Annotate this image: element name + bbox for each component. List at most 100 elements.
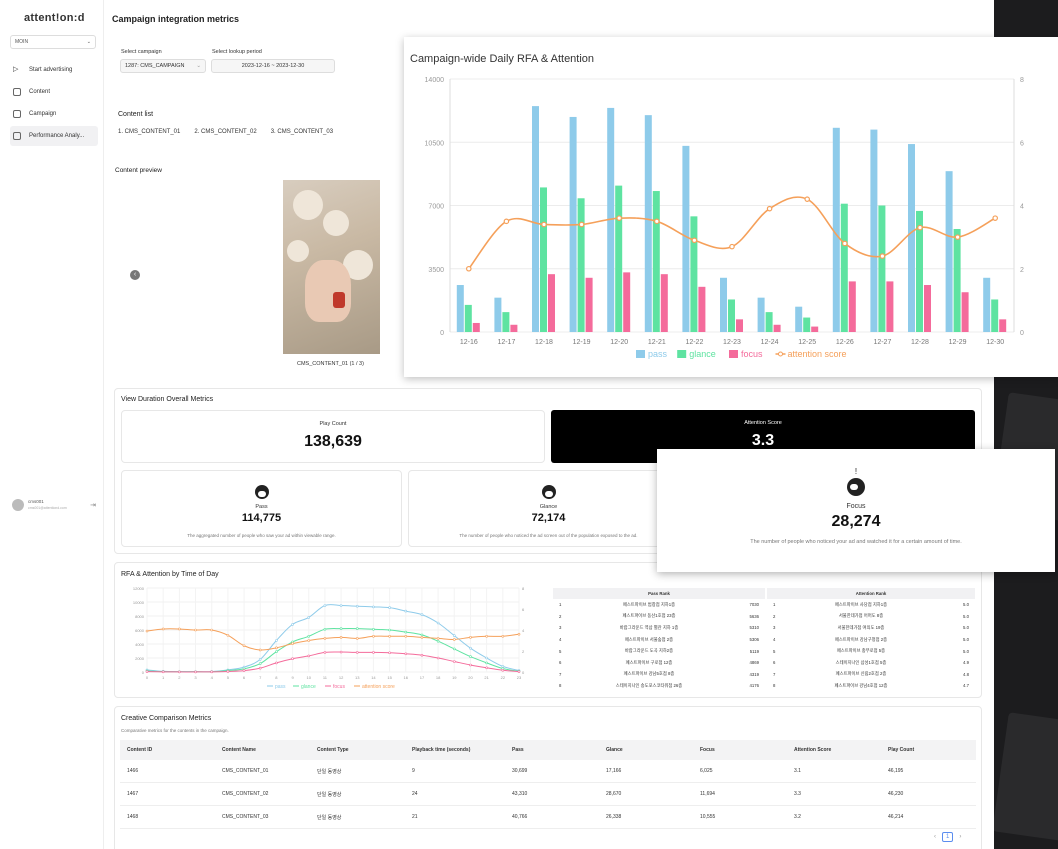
sidebar-item-start-advertising[interactable]: ▷ Start advertising [10, 60, 98, 80]
x-tick-label: 6 [243, 675, 246, 680]
rank-number: 6 [773, 660, 776, 666]
rank-location: 페스트파이브 서울숲점 2층 [624, 636, 674, 642]
point-attention-score [242, 644, 246, 648]
sidebar-item-content[interactable]: Content [10, 82, 98, 102]
table-row: 1468 CMS_CONTENT_03 단일 동영상 21 40,766 26,338 10… [120, 806, 976, 829]
table-cell: 1466 [127, 768, 139, 774]
x-tick-label: 21 [484, 675, 489, 680]
rank-number: 4 [559, 637, 562, 643]
daily-rfa-chart: 0 3500 7000 10500 14000 0 2 4 6 8 12-16 12-17 12-18 1… [425, 77, 1024, 359]
previous-arrow-icon[interactable]: ‹ [130, 270, 140, 280]
point-attention-score [339, 636, 343, 639]
y2-tick-label: 6 [522, 607, 525, 612]
y2-tick-label: 0 [1020, 330, 1024, 337]
focus-value: 28,274 [831, 513, 881, 530]
y2-tick-label: 2 [522, 649, 525, 654]
x-tick-label: 10 [307, 675, 312, 680]
point-attention-score [654, 218, 660, 225]
point-attention-score [879, 253, 886, 259]
next-page-icon[interactable]: › [959, 834, 961, 840]
organization-select[interactable]: MOIN ⌄ [10, 35, 96, 49]
campaign-select[interactable]: 1287: CMS_CAMPAIGN ⌄ [120, 59, 206, 73]
content-preview-title: Content preview [115, 167, 162, 174]
point-focus [275, 661, 278, 665]
point-focus [517, 670, 521, 673]
rank-row: 4 페스트파이브 강남구청점 2층 5.0 [767, 634, 975, 646]
table-cell: 단일 동영상 [317, 814, 342, 821]
bar-glance [840, 203, 848, 332]
focus-description: The number of people who noticed your ad… [750, 539, 962, 545]
current-page-button[interactable]: 1 [942, 832, 954, 842]
rank-number: 4 [773, 637, 776, 643]
play-count-value: 138,639 [304, 433, 362, 450]
point-pass [388, 606, 391, 609]
rank-number: 5 [773, 648, 776, 654]
focus-label: Focus [846, 503, 866, 510]
rank-number: 2 [773, 613, 776, 619]
content-list-item[interactable]: 2. CMS_CONTENT_02 [194, 129, 256, 135]
point-focus [355, 651, 359, 654]
logout-icon[interactable]: ⇥ [90, 501, 96, 509]
point-glance [258, 662, 262, 665]
bar-focus [773, 324, 781, 332]
point-attention-score [517, 632, 521, 636]
point-attention-score [541, 221, 547, 228]
bar-focus [623, 272, 631, 332]
point-attention-score [917, 224, 923, 231]
user-profile: cms001 cms001@attentiond.com ⇥ [12, 499, 96, 511]
rank-row: 5 바랍그라운드 도곡 지하2층 5119 [553, 645, 765, 657]
table-cell: 40,766 [512, 814, 528, 820]
legend-swatch [729, 350, 738, 358]
x-tick-label: 12 [339, 675, 344, 680]
monitor-icon [13, 132, 21, 140]
column-header: Content Type [317, 747, 349, 753]
x-tick-label: 2 [178, 675, 181, 680]
period-select-label: Select lookup period [212, 49, 262, 55]
sidebar-item-performance-analysis[interactable]: Performance Analy... [10, 126, 98, 146]
bar-pass [908, 144, 915, 332]
content-list-item[interactable]: 1. CMS_CONTENT_01 [118, 129, 180, 135]
time-of-day-chart: 020004000600080001000012000024680 1 2 3 4 5 6 7… [133, 586, 525, 690]
bar-glance [690, 216, 698, 332]
sidebar: attent!on:d MOIN ⌄ ▷ Start advertising C… [0, 0, 104, 849]
x-tick-label: 12-24 [761, 339, 779, 346]
rank-value: 5.0 [963, 613, 969, 619]
x-tick-label: 12-16 [460, 339, 478, 346]
creative-comparison-title: Creative Comparison Metrics [121, 715, 212, 722]
rank-location: 페스트파이브 신림2호점 2층 [835, 671, 887, 677]
period-date-range[interactable]: 2023-12-16 ~ 2023-12-30 [211, 59, 335, 73]
rank-value: 4.9 [963, 660, 969, 666]
rank-location: 페스트파이브 동산1호점 23층 [622, 613, 676, 619]
x-tick-label: 0 [146, 675, 149, 680]
rank-row: 3 바랍그라운드 역삼 별관 지하 1층 5310 [553, 622, 765, 634]
x-tick-label: 12-18 [535, 339, 553, 346]
legend-label: pass [275, 684, 286, 690]
bar-focus [848, 281, 856, 332]
sidebar-item-campaign[interactable]: Campaign [10, 104, 98, 124]
content-list-item[interactable]: 3. CMS_CONTENT_03 [271, 129, 333, 135]
x-tick-label: 19 [452, 675, 457, 680]
y2-tick-label: 6 [1020, 140, 1024, 147]
point-attention-score [323, 637, 327, 640]
rank-number: 1 [559, 602, 562, 608]
legend-label: pass [648, 349, 668, 359]
x-tick-label: 18 [436, 675, 441, 680]
table-cell: 24 [412, 791, 418, 797]
x-tick-label: 12-21 [648, 339, 666, 346]
previous-page-icon[interactable]: ‹ [934, 834, 936, 840]
point-attention-score [578, 221, 585, 228]
rank-location: 페스트파이브 사당점 지하1층 [834, 601, 888, 607]
point-pass [323, 604, 327, 607]
rank-value: 5636 [749, 613, 759, 619]
bar-pass [682, 145, 690, 332]
rank-value: 4319 [749, 671, 759, 677]
legend-label: attention score [362, 684, 395, 690]
x-tick-label: 12-26 [836, 339, 854, 346]
x-tick-label: 3 [194, 675, 197, 680]
backdrop-panel [992, 712, 1058, 848]
column-header: Content Name [222, 747, 256, 753]
rank-number: 3 [773, 625, 776, 631]
point-attention-score [729, 243, 735, 250]
point-attention-score [469, 636, 472, 639]
point-attention-score [766, 205, 773, 212]
